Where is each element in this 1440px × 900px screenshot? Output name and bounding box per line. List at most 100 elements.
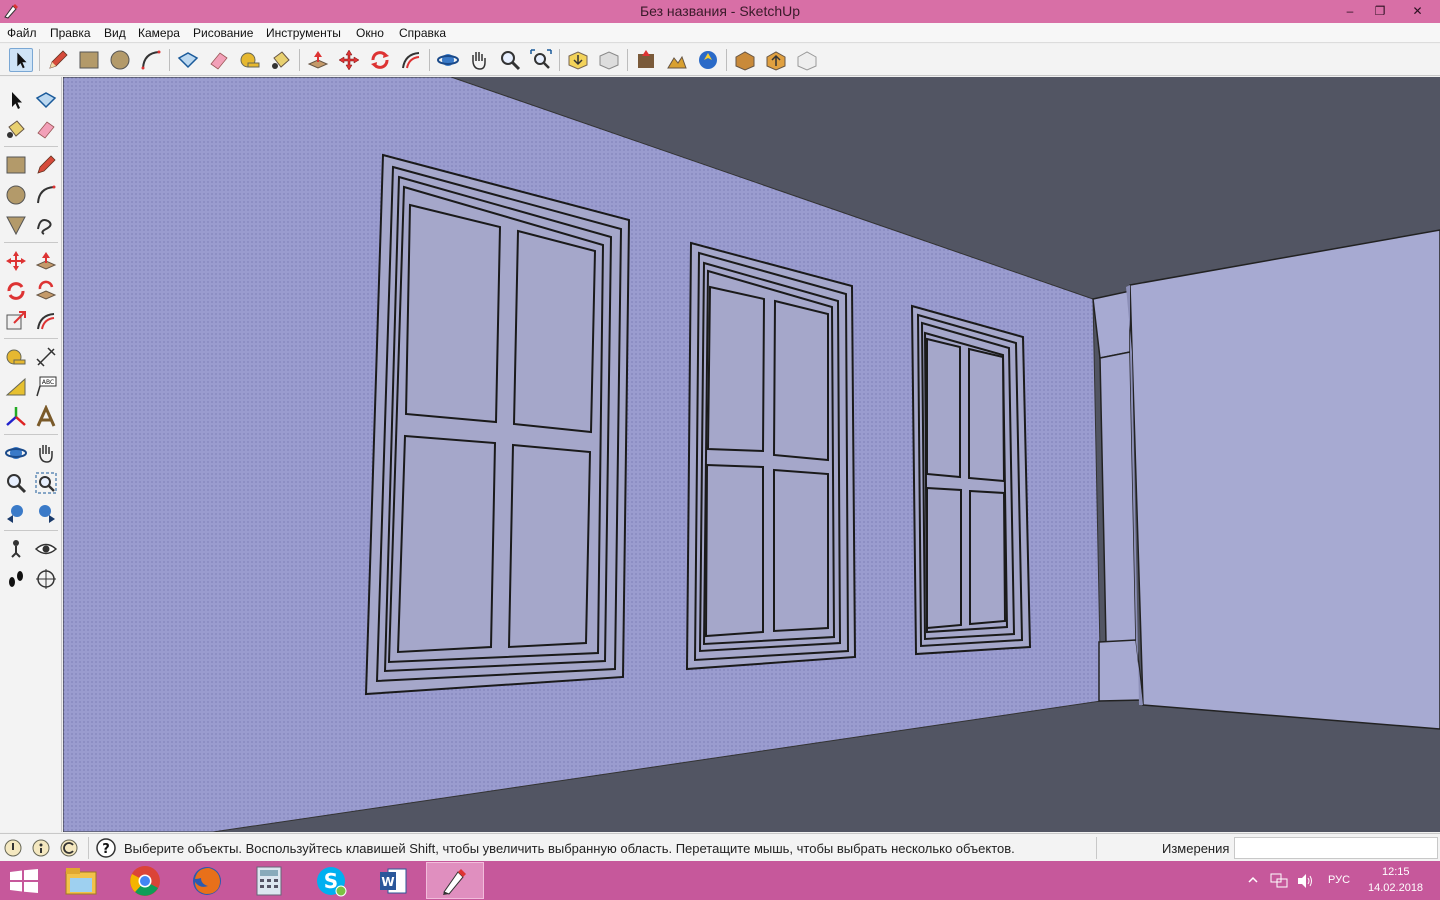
freehand-icon[interactable] (34, 213, 58, 237)
axes-icon[interactable] (4, 405, 28, 429)
paint-bucket-icon[interactable] (4, 117, 28, 141)
wall-pilaster-base (1098, 639, 1144, 702)
system-tray: РУС 12:15 14.02.2018 (1240, 861, 1440, 900)
previous-view-icon[interactable] (4, 501, 28, 525)
move-icon[interactable] (337, 48, 361, 72)
volume-icon[interactable] (1296, 873, 1314, 889)
tray-time[interactable]: 12:15 (1382, 866, 1410, 878)
network-icon[interactable] (1270, 873, 1288, 889)
paint-bucket-icon[interactable] (269, 48, 293, 72)
get-models-icon[interactable] (566, 48, 590, 72)
menu-camera[interactable]: Камера (138, 26, 180, 40)
zoom-window-icon[interactable] (34, 471, 58, 495)
window-medium[interactable] (685, 241, 857, 671)
model-viewport[interactable] (63, 77, 1440, 832)
push-pull-icon[interactable] (34, 249, 58, 273)
menu-window[interactable]: Окно (356, 26, 384, 40)
select-icon[interactable] (4, 88, 28, 112)
menu-tools[interactable]: Инструменты (266, 26, 341, 40)
3d-text-icon[interactable] (34, 405, 58, 429)
zoom-icon[interactable] (4, 471, 28, 495)
position-camera-icon[interactable] (4, 537, 28, 561)
wall-pilaster (1099, 351, 1137, 643)
share-model-icon[interactable] (597, 48, 621, 72)
rectangle-icon[interactable] (4, 153, 28, 177)
extension-icon[interactable] (795, 48, 819, 72)
section-plane-icon[interactable] (34, 567, 58, 591)
polygon-icon[interactable] (4, 213, 28, 237)
push-pull-icon[interactable] (306, 48, 330, 72)
menu-bar: Файл Правка Вид Камера Рисование Инструм… (0, 23, 1440, 43)
show-hidden-icons-icon[interactable] (1248, 875, 1258, 885)
taskbar-chrome[interactable] (116, 862, 174, 899)
input-language[interactable]: РУС (1328, 874, 1350, 886)
zoom-extents-icon[interactable] (529, 48, 553, 72)
orbit-icon[interactable] (4, 441, 28, 465)
follow-me-icon[interactable] (34, 279, 58, 303)
make-component-icon[interactable] (176, 48, 200, 72)
rotate-icon[interactable] (4, 279, 28, 303)
next-view-icon[interactable] (34, 501, 58, 525)
select-icon[interactable] (9, 48, 33, 72)
taskbar-calculator[interactable] (240, 862, 298, 899)
help-icon[interactable]: ? (96, 838, 116, 858)
walk-icon[interactable] (4, 567, 28, 591)
share-component-icon[interactable] (764, 48, 788, 72)
rotate-icon[interactable] (368, 48, 392, 72)
make-component-icon[interactable] (34, 88, 58, 112)
measurements-input[interactable] (1234, 837, 1438, 859)
menu-help[interactable]: Справка (399, 26, 446, 40)
follow-me-icon[interactable] (399, 48, 423, 72)
pan-icon[interactable] (34, 441, 58, 465)
credits-icon[interactable] (32, 839, 50, 857)
menu-view[interactable]: Вид (104, 26, 126, 40)
geo-location-icon[interactable] (4, 839, 22, 857)
dimensions-icon[interactable] (34, 345, 58, 369)
text-icon[interactable]: ABC (34, 375, 58, 399)
circle-icon[interactable] (4, 183, 28, 207)
right-wall (1129, 229, 1440, 730)
taskbar-skype[interactable]: S (302, 862, 360, 899)
tape-measure-icon[interactable] (238, 48, 262, 72)
measurements-label: Измерения (1162, 841, 1230, 856)
tray-date[interactable]: 14.02.2018 (1368, 882, 1423, 894)
add-location-icon[interactable] (634, 48, 658, 72)
sign-in-icon[interactable] (60, 839, 78, 857)
taskbar-firefox[interactable] (178, 862, 236, 899)
svg-text:ABC: ABC (42, 379, 54, 386)
protractor-icon[interactable] (4, 375, 28, 399)
look-around-icon[interactable] (34, 537, 58, 561)
toggle-terrain-icon[interactable] (665, 48, 689, 72)
scale-icon[interactable] (4, 309, 28, 333)
move-icon[interactable] (4, 249, 28, 273)
taskbar-word[interactable]: W (364, 862, 422, 899)
window-small[interactable] (910, 304, 1032, 656)
windows-start-icon[interactable] (8, 869, 40, 893)
orbit-icon[interactable] (436, 48, 460, 72)
photo-textures-icon[interactable] (696, 48, 720, 72)
minimize-button[interactable]: – (1335, 0, 1365, 22)
window-large[interactable] (364, 153, 631, 696)
arc-icon[interactable] (139, 48, 163, 72)
zoom-icon[interactable] (498, 48, 522, 72)
taskbar-explorer[interactable] (52, 862, 110, 899)
menu-file[interactable]: Файл (7, 26, 37, 40)
pencil-icon[interactable] (46, 48, 70, 72)
taskbar-sketchup[interactable] (426, 862, 484, 899)
line-icon[interactable] (34, 153, 58, 177)
offset-icon[interactable] (34, 309, 58, 333)
eraser-icon[interactable] (34, 117, 58, 141)
close-button[interactable]: ✕ (1395, 0, 1440, 22)
pan-icon[interactable] (467, 48, 491, 72)
rectangle-icon[interactable] (77, 48, 101, 72)
circle-icon[interactable] (108, 48, 132, 72)
arc-icon[interactable] (34, 183, 58, 207)
word-icon: W (380, 868, 407, 893)
maximize-button[interactable]: ❐ (1365, 0, 1395, 22)
menu-draw[interactable]: Рисование (193, 26, 253, 40)
eraser-icon[interactable] (207, 48, 231, 72)
status-message: Выберите объекты. Воспользуйтесь клавише… (124, 841, 1015, 856)
get-models-warehouse-icon[interactable] (733, 48, 757, 72)
menu-edit[interactable]: Правка (50, 26, 91, 40)
tape-measure-icon[interactable] (4, 345, 28, 369)
